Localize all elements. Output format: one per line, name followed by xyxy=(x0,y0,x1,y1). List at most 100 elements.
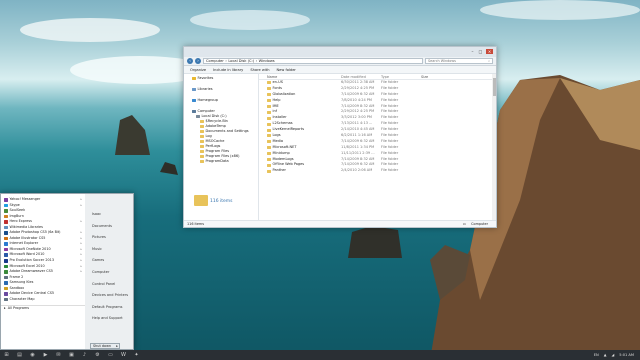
library-icon xyxy=(192,88,196,91)
folder-icon xyxy=(200,145,204,148)
network-icon[interactable]: ▲ xyxy=(604,353,607,357)
start-menu-item[interactable]: Character Map xyxy=(1,297,85,303)
start-place-link[interactable]: Devices and Printers xyxy=(85,293,133,305)
all-programs-button[interactable]: ▸ All Programs xyxy=(1,305,85,311)
chevron-right-icon: › xyxy=(225,59,227,63)
shutdown-label: Shut down xyxy=(93,344,112,348)
language-indicator[interactable]: EN xyxy=(594,353,599,357)
arrow-right-icon: ▸ xyxy=(4,305,6,310)
program-icon xyxy=(4,220,8,224)
folder-icon xyxy=(267,99,271,103)
explorer-window[interactable]: – □ × ‹ › Computer › Local Disk (C:) › W… xyxy=(183,46,497,228)
status-item-count: 116 items xyxy=(187,222,204,226)
music-taskbar-icon[interactable]: ♪ xyxy=(81,352,88,359)
photoshop-taskbar-icon[interactable]: ▣ xyxy=(68,352,75,359)
folder-icon xyxy=(200,160,204,163)
new-folder-button[interactable]: New folder xyxy=(276,68,295,72)
submenu-arrow-icon[interactable]: ▸ xyxy=(80,219,82,225)
explorer-taskbar-icon[interactable]: ▤ xyxy=(16,352,23,359)
scrollbar-thumb[interactable] xyxy=(492,78,496,96)
word-taskbar-icon[interactable]: W xyxy=(120,352,127,359)
drive-icon xyxy=(196,115,200,118)
settings-taskbar-icon[interactable]: ⚙ xyxy=(94,352,101,359)
folder-icon xyxy=(267,105,271,108)
title-bar[interactable]: – □ × xyxy=(184,47,496,57)
table-row[interactable]: Panther 2/4/2010 2:06 AM File folder xyxy=(259,168,496,174)
file-date: 2/4/2010 2:06 AM xyxy=(341,168,373,173)
program-icon xyxy=(4,275,8,280)
start-button[interactable]: ⊞ xyxy=(3,352,10,359)
nav-item-label: Favorites xyxy=(197,76,214,80)
start-place-link[interactable]: Documents xyxy=(85,224,133,236)
start-place-link[interactable]: Control Panel xyxy=(85,282,133,294)
start-place-link[interactable]: Help and Support xyxy=(85,316,133,328)
column-type[interactable]: Type xyxy=(381,74,421,79)
volume-icon[interactable]: ◢ xyxy=(611,353,614,357)
folder-icon xyxy=(200,130,204,133)
start-place-link[interactable]: Pictures xyxy=(85,235,133,247)
nav-item-label: Libraries xyxy=(197,87,213,91)
start-place-link[interactable]: Computer xyxy=(85,270,133,282)
nav-item[interactable]: Libraries xyxy=(184,87,258,92)
command-bar: Organize Include in library Share with N… xyxy=(184,66,496,74)
system-tray: EN ▲ ◢ 5:01 AM xyxy=(594,353,640,357)
program-icon xyxy=(4,225,8,230)
breadcrumb[interactable]: Computer › Local Disk (C:) › Windows xyxy=(203,58,423,64)
media-taskbar-icon[interactable]: ▶ xyxy=(42,352,49,359)
folder-icon xyxy=(267,110,271,114)
close-icon[interactable]: × xyxy=(486,49,493,54)
chevron-right-icon[interactable]: ▸ xyxy=(116,344,118,349)
column-date-modified[interactable]: Date modified xyxy=(341,74,381,79)
start-place-link[interactable]: Isaac xyxy=(85,212,133,224)
minimize-icon[interactable]: – xyxy=(469,49,476,54)
browser-taskbar-icon[interactable]: ◉ xyxy=(29,352,36,359)
nav-item-label: Homegroup xyxy=(197,98,219,102)
column-size[interactable]: Size xyxy=(421,74,451,79)
program-icon xyxy=(4,231,8,235)
file-list: Name Date modified Type Size en-US 6/30/2… xyxy=(259,74,496,220)
organize-button[interactable]: Organize xyxy=(190,68,206,72)
program-icon xyxy=(4,281,8,285)
breadcrumb-item[interactable]: Windows xyxy=(259,59,275,63)
program-icon xyxy=(4,264,8,269)
forward-arrow-icon[interactable]: › xyxy=(195,58,201,64)
share-with-button[interactable]: Share with xyxy=(250,68,269,72)
game-taskbar-icon[interactable]: ✦ xyxy=(133,352,140,359)
chat-taskbar-icon[interactable]: ✉ xyxy=(55,352,62,359)
vertical-scrollbar[interactable] xyxy=(492,74,496,220)
include-in-library-button[interactable]: Include in library xyxy=(213,68,243,72)
start-place-link[interactable]: Default Programs xyxy=(85,305,133,317)
program-icon xyxy=(4,270,8,274)
program-label: Character Map xyxy=(9,296,35,301)
folder-icon xyxy=(267,146,271,150)
back-arrow-icon[interactable]: ‹ xyxy=(187,58,193,64)
start-menu: Yahoo! Messenger ▸ Skype ▸ SoulSeek ImgBurn He… xyxy=(0,193,134,350)
start-place-link[interactable]: Music xyxy=(85,247,133,259)
shutdown-button[interactable]: Shut down ▸ xyxy=(90,343,120,349)
nav-item[interactable]: Homegroup xyxy=(184,98,258,103)
folder-icon xyxy=(267,81,271,85)
start-place-link[interactable]: Games xyxy=(85,258,133,270)
breadcrumb-item[interactable]: Computer xyxy=(206,59,224,63)
folder-icon xyxy=(200,155,204,158)
status-location: Computer xyxy=(471,222,488,226)
nav-item-label: ProgramData xyxy=(205,159,229,163)
search-input[interactable]: Search Windows ⌕ xyxy=(425,58,493,64)
nav-item[interactable]: ProgramData xyxy=(184,159,258,164)
submenu-arrow-icon[interactable]: ▸ xyxy=(80,269,82,275)
maximize-icon[interactable]: □ xyxy=(477,49,484,54)
submenu-arrow-icon[interactable]: ▸ xyxy=(80,203,82,209)
nav-item[interactable]: Favorites xyxy=(184,76,258,81)
column-name[interactable]: Name xyxy=(259,74,341,79)
clock[interactable]: 5:01 AM xyxy=(619,353,634,357)
folder-icon xyxy=(267,87,271,91)
folder-large-icon xyxy=(194,195,208,206)
folder-taskbar-icon[interactable]: ▭ xyxy=(107,352,114,359)
chevron-right-icon: › xyxy=(255,59,258,63)
folder-icon xyxy=(267,158,271,162)
all-programs-label: All Programs xyxy=(7,305,30,310)
item-count-large: 116 items xyxy=(210,199,233,204)
program-icon xyxy=(4,236,8,241)
folder-icon xyxy=(200,125,204,128)
breadcrumb-item[interactable]: Local Disk (C:) xyxy=(228,59,254,63)
